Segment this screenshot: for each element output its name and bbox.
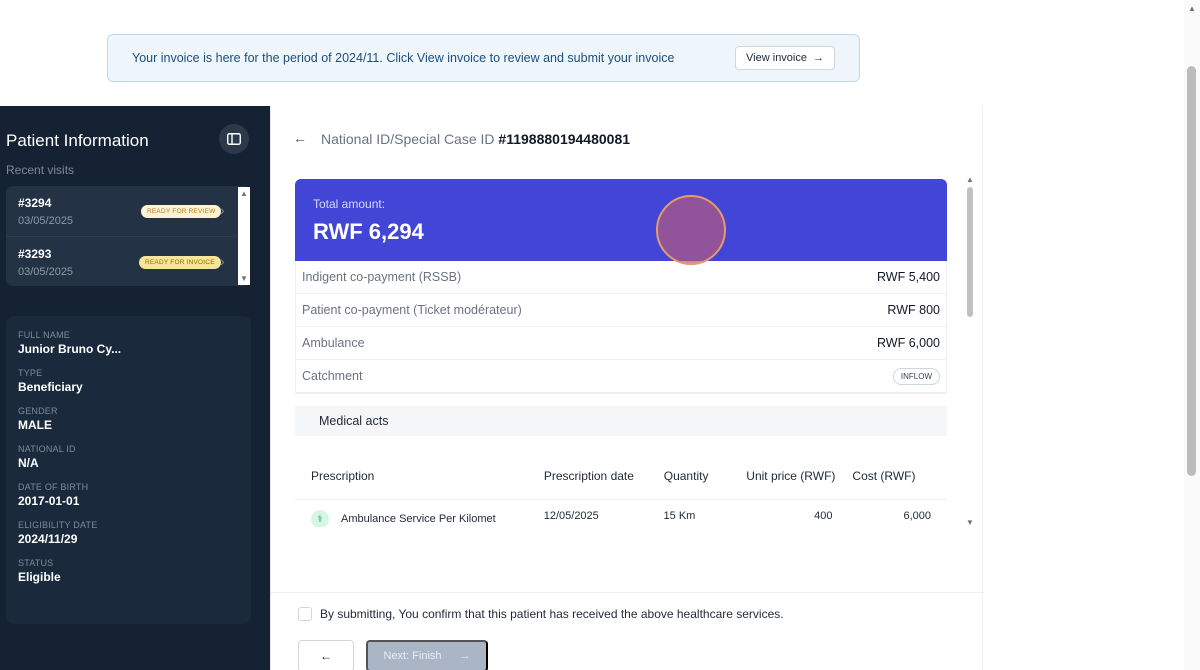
row-value: RWF 6,000 xyxy=(877,336,940,350)
info-value: Junior Bruno Cy... xyxy=(18,342,122,356)
patient-info-card: FULL NAME Junior Bruno Cy... TYPE Benefi… xyxy=(6,316,251,624)
back-button[interactable]: ← xyxy=(298,640,354,670)
info-value: MALE xyxy=(18,418,52,432)
info-value: 2017-01-01 xyxy=(18,494,80,508)
page-scrollbar[interactable]: ▲ xyxy=(1184,0,1200,670)
arrow-left-icon: ← xyxy=(320,649,332,663)
column-header: Quantity xyxy=(663,468,709,483)
column-header: Unit price (RWF) xyxy=(746,468,836,483)
view-invoice-label: View invoice xyxy=(746,52,807,64)
payment-breakdown: Indigent co-payment (RSSB) RWF 5,400 Pat… xyxy=(295,261,947,394)
cost-cell: 6,000 xyxy=(903,510,931,522)
info-label: NATIONAL ID xyxy=(18,444,76,454)
collapse-sidebar-button[interactable] xyxy=(219,124,249,154)
info-label: DATE OF BIRTH xyxy=(18,482,89,492)
scroll-down-icon[interactable]: ▼ xyxy=(240,274,248,283)
stethoscope-icon: ⚕ xyxy=(311,510,329,527)
row-value: RWF 5,400 xyxy=(877,270,940,284)
visits-scrollbar[interactable]: ▲ ▼ xyxy=(238,187,250,285)
scrollbar-thumb[interactable] xyxy=(241,201,247,271)
confirm-services-checkbox[interactable]: By submitting, You confirm that this pat… xyxy=(298,607,784,621)
row-label: Catchment xyxy=(302,369,363,383)
arrow-left-icon[interactable]: ← xyxy=(293,130,307,146)
breakdown-row: Patient co-payment (Ticket modérateur) R… xyxy=(296,294,946,327)
unit-price-cell: 400 xyxy=(814,510,833,522)
quantity-cell: 15 Km xyxy=(663,510,696,522)
page-title: National ID/Special Case ID #11988801944… xyxy=(321,131,630,147)
info-value: 2024/11/29 xyxy=(18,532,78,546)
total-amount-label: Total amount: xyxy=(313,197,386,211)
visit-item[interactable]: #3294 03/05/2025 READY FOR REVIEW › xyxy=(6,186,238,236)
total-amount-value: RWF 6,294 xyxy=(313,219,424,244)
info-label: ELIGIBILITY DATE xyxy=(18,520,98,530)
info-value: Eligible xyxy=(18,570,61,584)
row-label: Ambulance xyxy=(302,336,365,350)
confirm-text: By submitting, You confirm that this pat… xyxy=(320,607,784,621)
prescription-date-cell: 12/05/2025 xyxy=(543,510,599,522)
divider xyxy=(271,592,984,593)
case-id: #1198880194480081 xyxy=(498,131,631,147)
table-row: ⚕ Ambulance Service Per Kilomet 12/05/20… xyxy=(295,500,947,527)
info-gender: GENDER MALE xyxy=(18,406,239,432)
catchment-badge: INFLOW xyxy=(892,367,940,385)
info-type: TYPE Beneficiary xyxy=(18,368,239,394)
info-value: Beneficiary xyxy=(18,380,83,394)
column-header: Prescription xyxy=(311,468,375,483)
scrollbar-thumb[interactable] xyxy=(1187,66,1196,476)
invoice-detail-panel: ← National ID/Special Case ID #119888019… xyxy=(270,106,984,670)
info-label: TYPE xyxy=(18,368,43,378)
info-date-of-birth: DATE OF BIRTH 2017-01-01 xyxy=(18,482,239,508)
recent-visits-label: Recent visits xyxy=(6,163,75,177)
arrow-right-icon: → xyxy=(459,650,471,662)
scroll-up-icon[interactable]: ▲ xyxy=(240,189,248,198)
info-label: STATUS xyxy=(18,558,54,568)
medical-acts-header: Medical acts xyxy=(295,406,947,436)
recent-visits-list: #3294 03/05/2025 READY FOR REVIEW › #329… xyxy=(6,186,250,286)
prescription-cell: ⚕ Ambulance Service Per Kilomet xyxy=(311,510,544,527)
row-label: Indigent co-payment (RSSB) xyxy=(302,270,462,284)
info-value: N/A xyxy=(18,456,39,470)
breakdown-row: Ambulance RWF 6,000 xyxy=(296,327,946,360)
status-badge: READY FOR INVOICE xyxy=(139,256,221,269)
chevron-right-icon: › xyxy=(220,202,225,218)
prescription-name: Ambulance Service Per Kilomet xyxy=(341,513,496,525)
content-scrollbar[interactable]: ▲ ▼ xyxy=(965,175,977,527)
info-status: STATUS Eligible xyxy=(18,558,239,584)
breakdown-row: Catchment INFLOW xyxy=(296,360,946,393)
breakdown-row: Indigent co-payment (RSSB) RWF 5,400 xyxy=(296,261,946,294)
scrollbar-thumb[interactable] xyxy=(967,187,973,317)
visit-item[interactable]: #3293 03/05/2025 READY FOR INVOICE › xyxy=(6,236,238,286)
row-label: Patient co-payment (Ticket modérateur) xyxy=(302,303,522,317)
next-finish-button[interactable]: Next: Finish → xyxy=(366,640,488,670)
invoice-banner: Your invoice is here for the period of 2… xyxy=(107,34,860,82)
row-value: RWF 800 xyxy=(887,303,940,317)
patient-sidebar: Patient Information Recent visits #3294 … xyxy=(0,106,270,670)
info-full-name: FULL NAME Junior Bruno Cy... xyxy=(18,330,239,356)
info-label: FULL NAME xyxy=(18,330,70,340)
invoice-content[interactable]: Total amount: RWF 6,294 Indigent co-paym… xyxy=(295,179,947,527)
info-label: GENDER xyxy=(18,406,58,416)
case-label: National ID/Special Case ID xyxy=(321,131,495,147)
column-header: Cost (RWF) xyxy=(852,468,916,483)
panel-icon xyxy=(227,133,241,145)
column-header: Prescription date xyxy=(543,468,634,483)
chevron-right-icon: › xyxy=(220,253,225,269)
total-amount-card: Total amount: RWF 6,294 xyxy=(295,179,947,265)
cursor-indicator xyxy=(656,195,726,265)
scroll-down-icon[interactable]: ▼ xyxy=(966,518,974,527)
status-badge: READY FOR REVIEW xyxy=(141,205,222,218)
checkbox[interactable] xyxy=(298,607,312,621)
next-button-label: Next: Finish xyxy=(383,650,442,662)
banner-message: Your invoice is here for the period of 2… xyxy=(132,51,675,65)
table-header: Prescription Prescription date Quantity … xyxy=(295,436,947,500)
scroll-up-icon[interactable]: ▲ xyxy=(966,175,974,184)
sidebar-title: Patient Information xyxy=(6,131,149,150)
arrow-right-icon: → xyxy=(813,52,824,64)
info-national-id: NATIONAL ID N/A xyxy=(18,444,239,470)
view-invoice-button[interactable]: View invoice → xyxy=(735,46,835,70)
scroll-up-icon[interactable]: ▲ xyxy=(1188,4,1196,13)
info-eligibility-date: ELIGIBILITY DATE 2024/11/29 xyxy=(18,520,239,546)
